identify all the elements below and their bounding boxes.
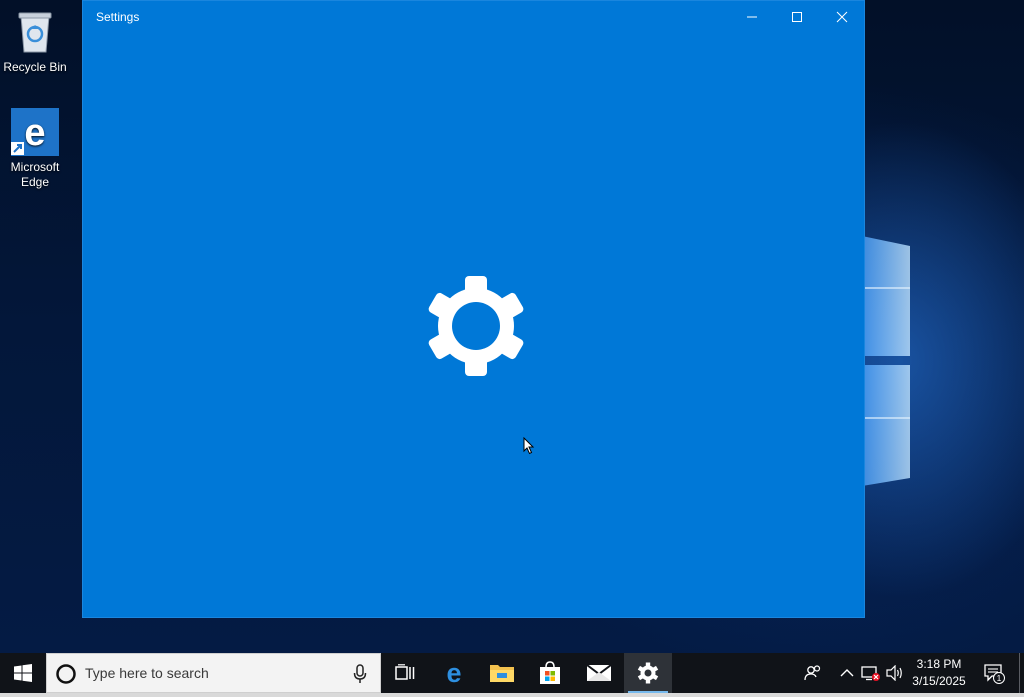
taskbar: Type here to search e 3:18 PM 3/15/2025 … bbox=[0, 653, 1024, 697]
search-placeholder: Type here to search bbox=[85, 665, 209, 681]
notification-icon: 1 bbox=[984, 664, 1005, 684]
desktop-icon-microsoft-edge[interactable]: e Microsoft Edge bbox=[0, 108, 72, 190]
window-title: Settings bbox=[96, 10, 140, 24]
folder-icon bbox=[490, 665, 514, 682]
mail-icon bbox=[586, 664, 612, 681]
volume-button[interactable] bbox=[884, 661, 906, 685]
taskbar-mail-button[interactable] bbox=[575, 653, 623, 693]
task-view-icon bbox=[395, 664, 415, 680]
svg-text:e: e bbox=[24, 112, 45, 154]
maximize-button[interactable] bbox=[774, 1, 819, 33]
network-button[interactable] bbox=[860, 661, 882, 685]
desktop-icon-label: Microsoft Edge bbox=[10, 160, 60, 189]
close-icon bbox=[836, 11, 847, 23]
people-icon bbox=[804, 665, 821, 681]
taskbar-settings-button[interactable] bbox=[624, 653, 672, 693]
windows-start-icon bbox=[14, 664, 32, 682]
desktop: Recycle Bin e Microsoft Edge Settings bbox=[0, 0, 1024, 653]
chevron-up-icon bbox=[840, 669, 854, 677]
settings-window[interactable]: Settings bbox=[83, 1, 864, 617]
edge-icon: e bbox=[446, 661, 461, 685]
volume-icon bbox=[886, 665, 902, 681]
close-button[interactable] bbox=[819, 1, 864, 33]
recycle-bin-icon bbox=[11, 8, 59, 56]
gear-icon bbox=[428, 276, 524, 376]
cortana-icon bbox=[56, 664, 76, 684]
minimize-button[interactable] bbox=[729, 1, 774, 33]
minimize-icon bbox=[746, 16, 757, 18]
network-disconnected-icon bbox=[861, 666, 880, 681]
taskbar-file-explorer-button[interactable] bbox=[478, 653, 526, 693]
clock[interactable]: 3:18 PM 3/15/2025 bbox=[906, 656, 972, 690]
mouse-cursor-icon bbox=[523, 437, 535, 455]
search-box[interactable]: Type here to search bbox=[46, 653, 381, 693]
store-icon bbox=[540, 661, 560, 684]
title-bar[interactable]: Settings bbox=[83, 1, 864, 33]
gear-icon bbox=[637, 662, 659, 684]
taskbar-store-button[interactable] bbox=[526, 653, 574, 693]
wallpaper-windows-logo bbox=[862, 236, 910, 486]
action-center-button[interactable]: 1 bbox=[982, 661, 1006, 685]
microphone-icon[interactable] bbox=[353, 664, 367, 684]
edge-icon: e bbox=[11, 108, 59, 156]
desktop-icon-recycle-bin[interactable]: Recycle Bin bbox=[0, 8, 72, 75]
svg-text:e: e bbox=[446, 661, 461, 685]
clock-date: 3/15/2025 bbox=[912, 674, 966, 688]
notification-count: 1 bbox=[997, 673, 1002, 683]
desktop-icon-label: Recycle Bin bbox=[3, 60, 67, 74]
show-desktop-divider[interactable] bbox=[1019, 653, 1020, 693]
taskbar-edge-button[interactable]: e bbox=[430, 653, 478, 693]
maximize-icon bbox=[791, 12, 802, 22]
screen-bottom-edge bbox=[0, 693, 1024, 697]
people-button[interactable] bbox=[802, 661, 824, 685]
start-button[interactable] bbox=[0, 653, 46, 693]
show-hidden-icons-button[interactable] bbox=[836, 661, 858, 685]
clock-time: 3:18 PM bbox=[916, 657, 962, 671]
task-view-button[interactable] bbox=[381, 653, 429, 693]
